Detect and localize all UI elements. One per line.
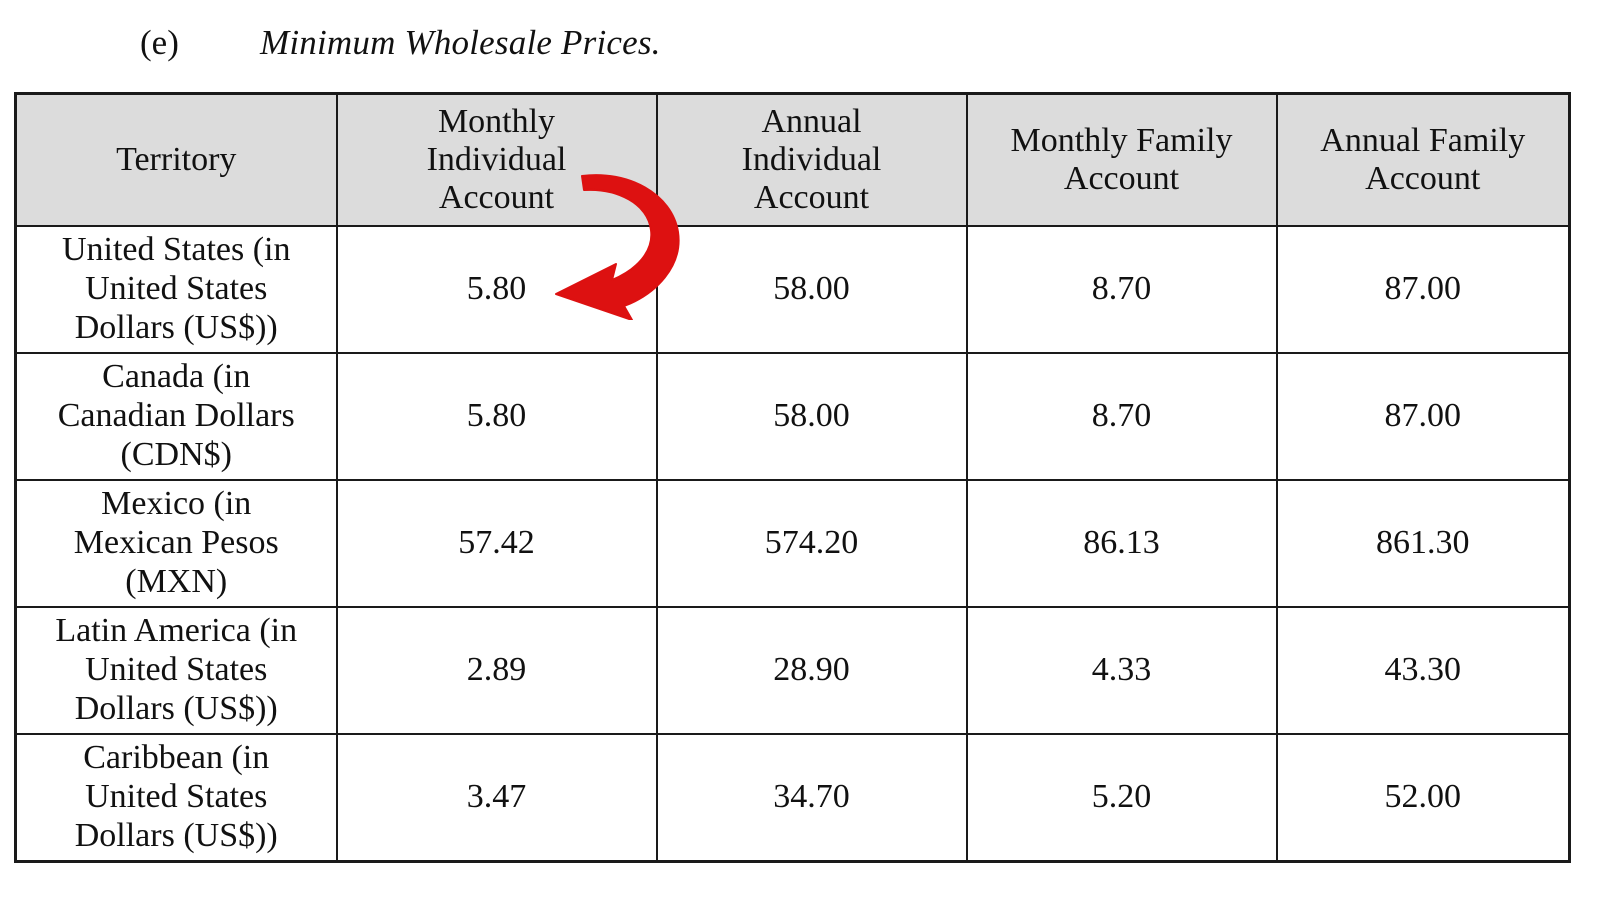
- price-table-container: Territory Monthly Individual Account Ann…: [14, 92, 1571, 863]
- table-header: Territory Monthly Individual Account Ann…: [14, 92, 1571, 227]
- cell-territory: Latin America (in United States Dollars …: [14, 606, 338, 735]
- cell-monthly-family: 8.70: [965, 225, 1278, 354]
- cell-territory: Mexico (in Mexican Pesos (MXN): [14, 479, 338, 608]
- table-row: Mexico (in Mexican Pesos (MXN) 57.42 574…: [14, 479, 1571, 608]
- territory-line: Mexico (in: [101, 485, 252, 523]
- territory-line: Dollars (US$)): [74, 308, 278, 346]
- cell-annual-individual: 58.00: [655, 225, 968, 354]
- minimum-wholesale-prices-table: Territory Monthly Individual Account Ann…: [14, 92, 1571, 863]
- territory-line: United States: [85, 651, 268, 689]
- table-row: Canada (in Canadian Dollars (CDN$) 5.80 …: [14, 352, 1571, 481]
- cell-monthly-individual: 2.89: [335, 606, 658, 735]
- header-line: Account: [1365, 160, 1481, 197]
- table-row: Latin America (in United States Dollars …: [14, 606, 1571, 735]
- territory-line: (CDN$): [120, 435, 232, 473]
- header-line: Territory: [116, 140, 237, 178]
- cell-monthly-individual: 3.47: [335, 733, 658, 863]
- column-header-annual-family-account: Annual Family Account: [1275, 92, 1571, 227]
- table-header-row: Territory Monthly Individual Account Ann…: [14, 92, 1571, 227]
- cell-monthly-individual: 5.80: [335, 352, 658, 481]
- section-heading: (e) Minimum Wholesale Prices.: [0, 14, 1600, 70]
- cell-annual-individual: 34.70: [655, 733, 968, 863]
- cell-annual-individual: 58.00: [655, 352, 968, 481]
- cell-monthly-family: 5.20: [965, 733, 1278, 863]
- cell-monthly-family: 8.70: [965, 352, 1278, 481]
- column-header-annual-individual-account: Annual Individual Account: [655, 92, 968, 227]
- section-marker: (e): [140, 22, 179, 62]
- page-title: Minimum Wholesale Prices.: [260, 22, 661, 62]
- table-row: United States (in United States Dollars …: [14, 225, 1571, 354]
- header-line: Account: [438, 179, 555, 217]
- territory-line: Canada (in: [102, 358, 251, 396]
- column-header-monthly-individual-account: Monthly Individual Account: [335, 92, 658, 227]
- cell-monthly-individual: 5.80: [335, 225, 658, 354]
- territory-line: United States: [85, 270, 268, 308]
- cell-annual-family: 861.30: [1275, 479, 1571, 608]
- column-header-monthly-family-account: Monthly Family Account: [965, 92, 1278, 227]
- cell-monthly-family: 86.13: [965, 479, 1278, 608]
- territory-line: Latin America (in: [55, 612, 298, 650]
- header-line: Monthly: [437, 102, 556, 140]
- header-line: Account: [1063, 160, 1180, 197]
- cell-annual-individual: 28.90: [655, 606, 968, 735]
- header-line: Individual: [741, 140, 882, 178]
- cell-monthly-individual: 57.42: [335, 479, 658, 608]
- header-line: Monthly Family: [1010, 121, 1233, 159]
- cell-territory: United States (in United States Dollars …: [14, 225, 338, 354]
- cell-annual-family: 43.30: [1275, 606, 1571, 735]
- cell-monthly-family: 4.33: [965, 606, 1278, 735]
- cell-territory: Canada (in Canadian Dollars (CDN$): [14, 352, 338, 481]
- header-line: Annual: [761, 102, 862, 140]
- territory-line: Caribbean (in: [83, 739, 270, 777]
- header-line: Annual Family: [1320, 121, 1526, 159]
- column-header-territory: Territory: [14, 92, 338, 227]
- territory-line: Canadian Dollars: [57, 397, 295, 435]
- header-line: Account: [753, 179, 870, 217]
- territory-line: (MXN): [125, 562, 228, 600]
- territory-line: United States (in: [61, 231, 291, 269]
- territory-line: Dollars (US$)): [74, 816, 278, 854]
- territory-line: Mexican Pesos: [73, 524, 279, 562]
- territory-line: United States: [85, 778, 268, 816]
- cell-annual-family: 87.00: [1275, 225, 1571, 354]
- table-body: United States (in United States Dollars …: [14, 225, 1571, 863]
- cell-territory: Caribbean (in United States Dollars (US$…: [14, 733, 338, 863]
- cell-annual-family: 52.00: [1275, 733, 1571, 863]
- table-row: Caribbean (in United States Dollars (US$…: [14, 733, 1571, 863]
- territory-line: Dollars (US$)): [74, 689, 278, 727]
- header-line: Individual: [426, 140, 567, 178]
- cell-annual-individual: 574.20: [655, 479, 968, 608]
- cell-annual-family: 87.00: [1275, 352, 1571, 481]
